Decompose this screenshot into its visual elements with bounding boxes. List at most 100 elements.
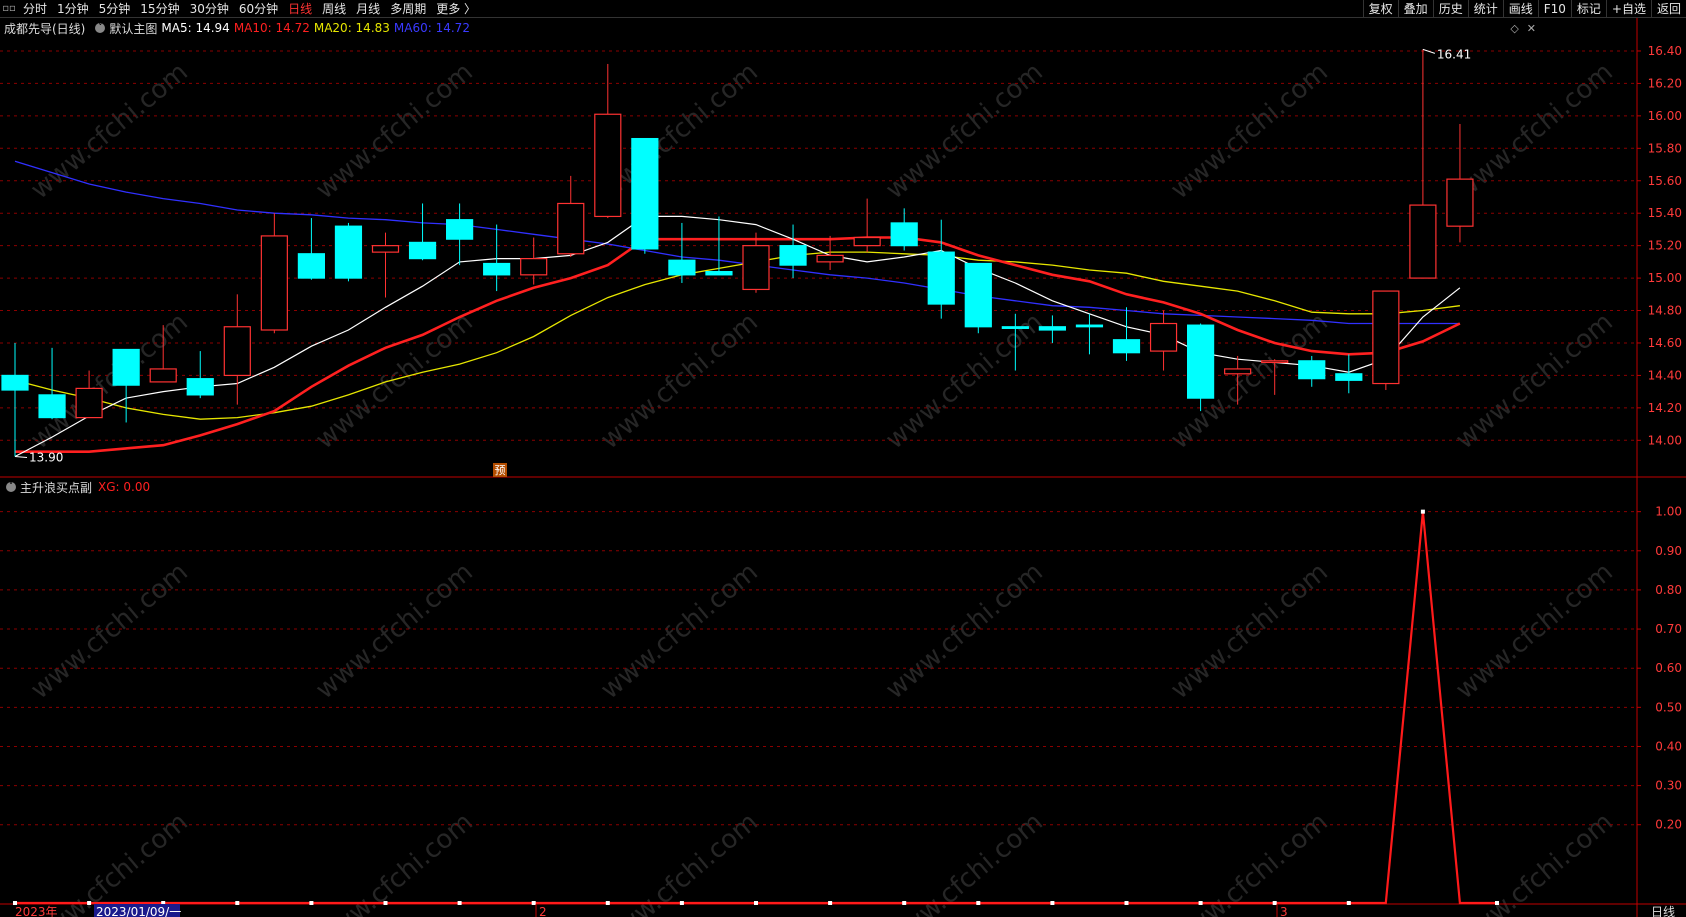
indicator-name[interactable]: 主升浪买点副: [20, 479, 92, 496]
y-tick-label: 15.00: [1648, 271, 1682, 285]
candle-body: [631, 137, 659, 250]
candle-body: [1298, 360, 1326, 380]
candle-body: [1372, 290, 1400, 385]
chevron-down-icon[interactable]: ˅: [6, 481, 16, 493]
candle-body: [1038, 326, 1067, 331]
candle-body: [1261, 360, 1289, 364]
y-tick-label: 0.20: [1655, 818, 1682, 832]
watermark-text: www.cfchi.com: [1450, 557, 1619, 705]
xg-point: [87, 901, 92, 905]
y-tick-label: 0.70: [1655, 622, 1682, 636]
y-tick-label: 16.00: [1648, 109, 1682, 123]
candle-body: [1112, 339, 1141, 354]
chart-tools: ◇ ✕: [1510, 22, 1536, 35]
xg-point: [976, 901, 981, 905]
watermark-text: www.cfchi.com: [310, 807, 479, 917]
candle-body: [371, 245, 400, 253]
xg-label: XG: 0.00: [98, 480, 151, 494]
candle-body: [260, 235, 288, 331]
watermark-text: www.cfchi.com: [310, 307, 479, 455]
candle-body: [1149, 322, 1178, 352]
xg-point: [679, 901, 684, 905]
ma20-label: MA20: 14.83: [313, 21, 390, 35]
y-tick-label: 14.40: [1648, 368, 1682, 382]
candle-body: [853, 236, 881, 247]
y-tick-label: 14.00: [1648, 433, 1682, 447]
watermark-text: www.cfchi.com: [880, 557, 1049, 705]
xg-point: [531, 901, 536, 905]
candle-body: [483, 262, 511, 276]
y-tick-label: 15.60: [1648, 174, 1682, 188]
candle-body: [1446, 178, 1474, 227]
y-tick-label: 0.80: [1655, 583, 1682, 597]
watermark-text: www.cfchi.com: [595, 307, 764, 455]
diamond-icon[interactable]: ◇: [1510, 22, 1518, 35]
xg-point: [457, 901, 462, 905]
candle-body: [297, 253, 325, 279]
candle-body: [1186, 324, 1215, 399]
y-tick-label: 0.30: [1655, 779, 1682, 793]
candle-body: [964, 262, 992, 328]
candle-body: [1, 374, 29, 391]
high-pointer: [1422, 48, 1436, 54]
watermark-text: www.cfchi.com: [1450, 307, 1619, 455]
low-pointer: [14, 456, 28, 459]
watermark-text: www.cfchi.com: [595, 807, 764, 917]
y-tick-label: 0.90: [1655, 544, 1682, 558]
ma5-label: MA5: 14.94: [161, 21, 230, 35]
kline-chart[interactable]: www.cfchi.com www.cfchi.com www.cfchi.com w…: [0, 0, 1686, 917]
xg-point: [1495, 901, 1499, 905]
candle-body: [334, 225, 363, 279]
watermark-text: www.cfchi.com: [1165, 807, 1334, 917]
watermark-text: www.cfchi.com: [1450, 807, 1619, 917]
xg-point: [235, 901, 240, 905]
stock-name: 成都先导(日线): [4, 21, 86, 36]
watermark-text: www.cfchi.com: [880, 307, 1049, 455]
xg-point: [605, 901, 610, 905]
candle-body: [1224, 368, 1252, 375]
y-tick-label: 15.40: [1648, 206, 1682, 220]
forecast-badge-label: 预: [495, 464, 506, 477]
candle-body: [1001, 326, 1029, 329]
sub-chart-info: ˅ 主升浪买点副 XG: 0.00: [0, 479, 150, 495]
watermark-text: www.cfchi.com: [310, 57, 479, 205]
main-chart-info: 成都先导(日线) ˅ 默认主图 MA5: 14.94 MA10: 14.72 M…: [0, 19, 474, 37]
xg-point: [309, 901, 314, 905]
xg-point: [1420, 509, 1425, 514]
candle-body: [38, 394, 66, 419]
watermark-text: www.cfchi.com: [880, 807, 1049, 917]
template-name[interactable]: 默认主图: [109, 20, 157, 37]
xg-point: [383, 901, 388, 905]
x-year-label: 2023年: [15, 905, 58, 917]
xg-point: [1050, 901, 1055, 905]
watermark-text: www.cfchi.com: [1450, 57, 1619, 205]
watermark-text: www.cfchi.com: [1165, 57, 1334, 205]
y-tick-label: 14.20: [1648, 401, 1682, 415]
xg-point: [1272, 901, 1277, 905]
watermark-text: www.cfchi.com: [25, 807, 194, 917]
candle-body: [594, 113, 622, 218]
watermark-text: www.cfchi.com: [595, 557, 764, 705]
watermark-text: www.cfchi.com: [310, 557, 479, 705]
candle-body: [742, 245, 770, 291]
xg-point: [1124, 901, 1129, 905]
y-tick-label: 16.40: [1648, 44, 1682, 58]
x-month-label: 2: [539, 905, 547, 917]
watermark-text: www.cfchi.com: [880, 57, 1049, 205]
candle-body: [75, 387, 103, 419]
cursor-date-label: 2023/01/09/一: [96, 905, 181, 917]
candle-body: [890, 222, 918, 247]
y-tick-label: 16.20: [1648, 76, 1682, 90]
y-tick-label: 0.60: [1655, 661, 1682, 675]
xg-point: [828, 901, 833, 905]
candle-body: [557, 202, 585, 255]
candle-body: [927, 251, 955, 305]
candle-body: [408, 241, 437, 260]
high-price-label: 16.41: [1437, 47, 1471, 61]
chevron-down-icon[interactable]: ˅: [95, 22, 106, 34]
y-tick-label: 15.80: [1648, 141, 1682, 155]
x-month-label: 3: [1280, 905, 1288, 917]
close-icon[interactable]: ✕: [1527, 22, 1536, 35]
candle-body: [186, 378, 214, 396]
candle-body: [705, 271, 733, 276]
